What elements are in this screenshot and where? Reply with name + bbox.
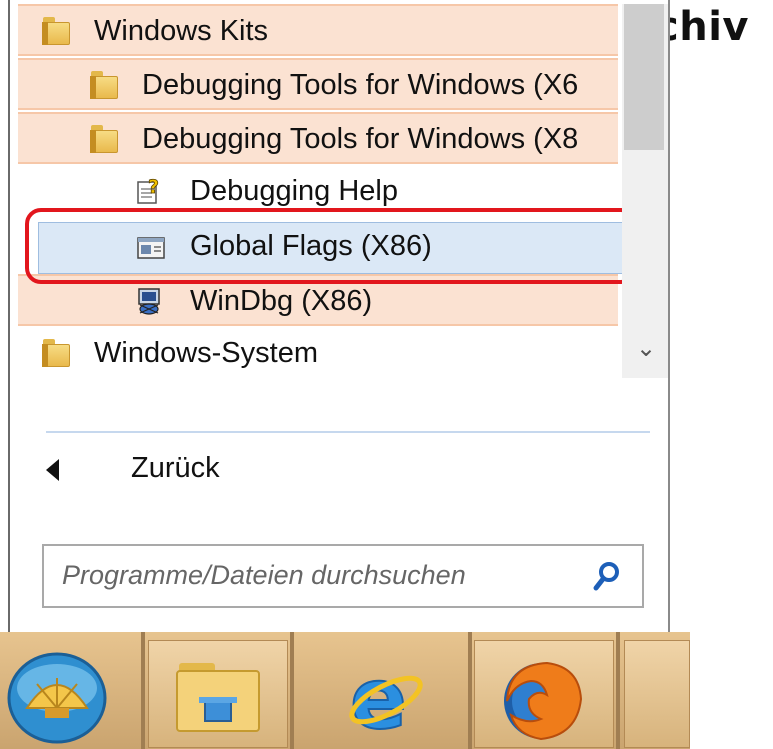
debugger-icon: [136, 287, 164, 315]
program-item-label: Debugging Help: [190, 175, 398, 207]
program-item-debugging-tools-x86[interactable]: Debugging Tools for Windows (X8: [18, 112, 618, 164]
taskbar: e: [0, 632, 690, 749]
svg-text:?: ?: [148, 177, 159, 198]
program-item-label: Windows Kits: [94, 15, 269, 47]
help-document-icon: ?: [136, 176, 164, 205]
back-button-label: Zurück: [131, 452, 220, 484]
programs-list: Windows Kits Debugging Tools for Windows…: [18, 4, 618, 382]
taskbar-separator: [468, 632, 472, 749]
program-item-windows-system[interactable]: Windows-System: [18, 328, 618, 380]
shell-start-orb-icon: [5, 652, 109, 749]
taskbar-item-partial[interactable]: [624, 640, 690, 748]
annotation-highlight-ring: [25, 208, 637, 284]
search-icon[interactable]: [592, 560, 622, 594]
program-item-label: WinDbg (X86): [190, 285, 373, 317]
back-button[interactable]: Zurück: [46, 452, 606, 492]
program-item-label: Windows-System: [94, 337, 318, 369]
taskbar-separator: [141, 632, 145, 749]
menu-separator: [46, 431, 650, 433]
program-item-debugging-tools-x64[interactable]: Debugging Tools for Windows (X6: [18, 58, 618, 110]
taskbar-internet-explorer[interactable]: e: [300, 640, 460, 749]
program-item-label: Debugging Tools for Windows (X6: [142, 69, 579, 101]
scrollbar-thumb[interactable]: [624, 4, 664, 150]
folder-icon: [175, 657, 261, 740]
folder-icon: [90, 125, 118, 153]
taskbar-file-explorer[interactable]: [148, 640, 288, 748]
folder-icon: [90, 71, 118, 99]
folder-icon: [42, 17, 70, 45]
start-menu: Windows Kits Debugging Tools for Windows…: [8, 0, 670, 632]
program-item-label: Debugging Tools for Windows (X8: [142, 123, 579, 155]
internet-explorer-icon: e: [344, 649, 426, 749]
search-placeholder: Programme/Dateien durchsuchen: [62, 560, 466, 590]
start-button[interactable]: [0, 640, 135, 748]
taskbar-separator: [616, 632, 620, 749]
search-input[interactable]: Programme/Dateien durchsuchen: [42, 544, 644, 608]
programs-scrollbar[interactable]: ⌄: [622, 4, 668, 378]
taskbar-separator: [290, 632, 294, 749]
chevron-down-icon[interactable]: ⌄: [636, 334, 656, 362]
back-arrow-icon: [46, 459, 59, 481]
firefox-icon: [497, 655, 587, 748]
taskbar-firefox[interactable]: [474, 640, 614, 748]
svg-text:e: e: [350, 658, 407, 738]
program-item-windows-kits[interactable]: Windows Kits: [18, 4, 618, 56]
folder-icon: [42, 339, 70, 367]
